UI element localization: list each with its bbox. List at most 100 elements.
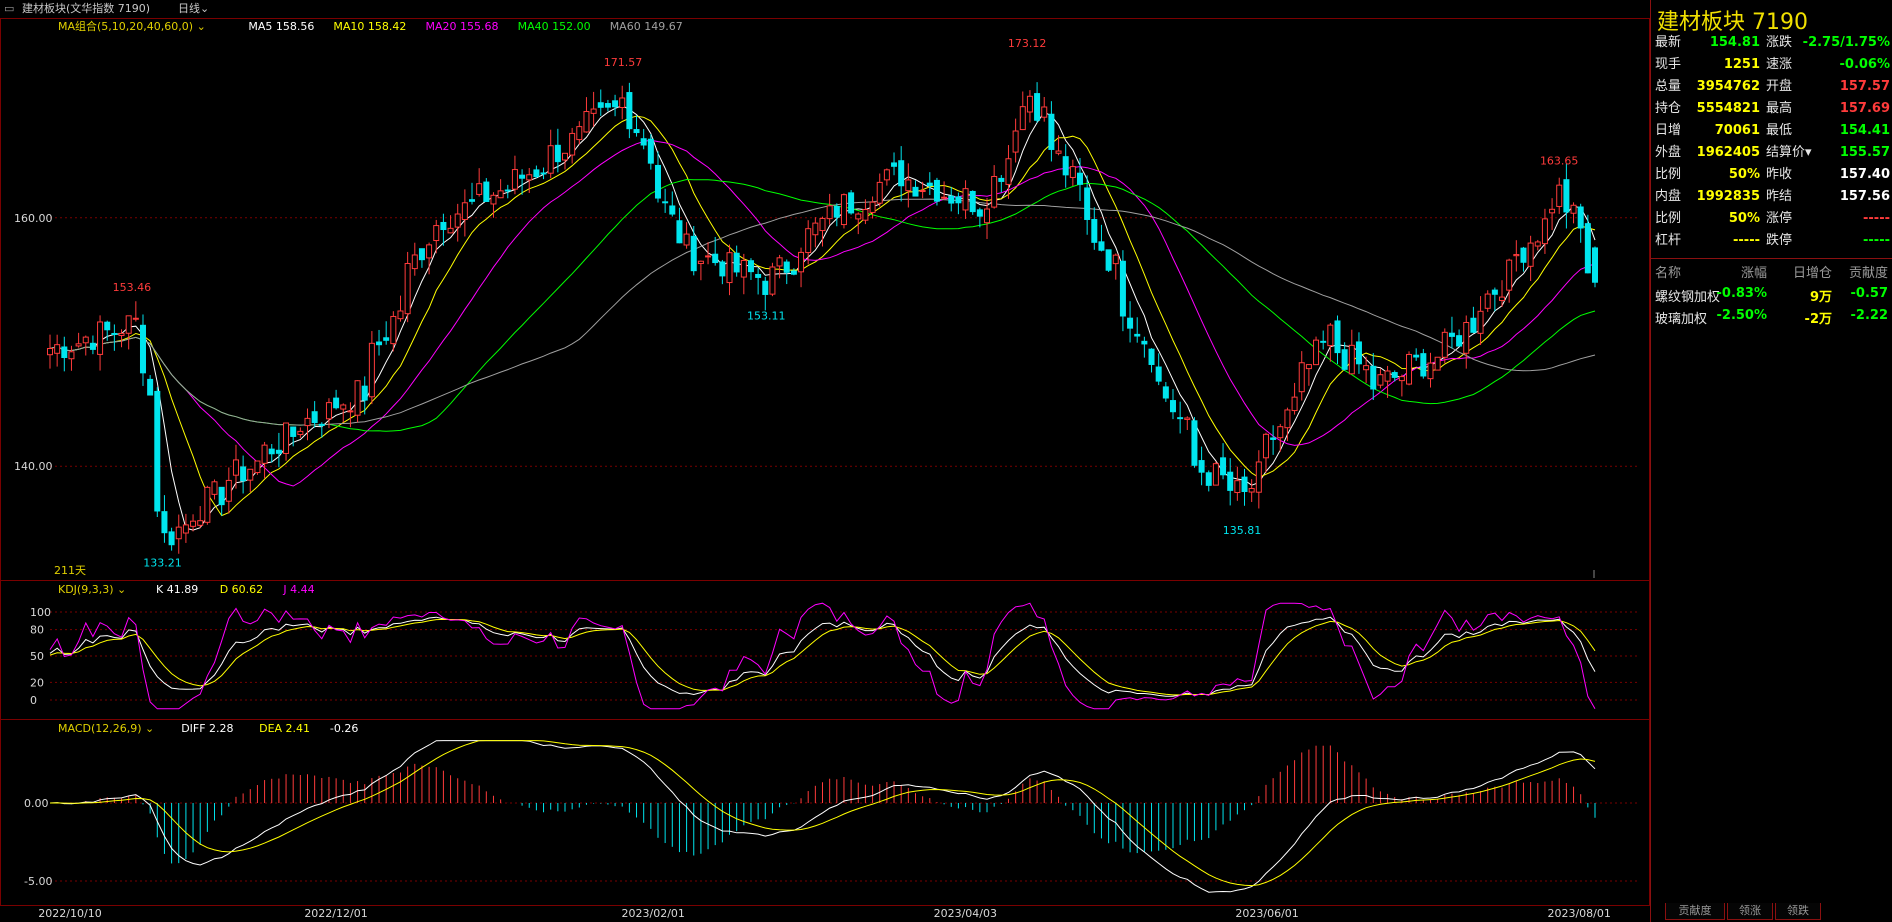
quote-label: 昨收: [1766, 167, 1793, 182]
candlestick: [297, 427, 304, 438]
kdj-panel: 100 80 50 20 0: [30, 602, 1640, 710]
candlestick: [669, 191, 676, 217]
macd-legend-item[interactable]: MACD(12,26,9) ⌄: [58, 722, 154, 735]
macd-y-tick: 0.00: [24, 797, 49, 810]
bottom-tab[interactable]: 领跌: [1775, 903, 1821, 920]
candlestick: [619, 85, 626, 120]
macd-diff-line: [49, 740, 1596, 893]
quote-label: 昨结: [1766, 189, 1793, 204]
candlestick: [161, 495, 168, 543]
candlestick: [1406, 351, 1413, 386]
candlestick: [261, 441, 268, 479]
candlestick: [1177, 401, 1184, 434]
candlestick: [1534, 239, 1541, 251]
quote-field[interactable]: 结算价▾ 155.57: [1766, 142, 1890, 164]
bottom-tab[interactable]: 贡献度: [1665, 903, 1725, 920]
kdj-legend-item: J 4.44: [282, 583, 314, 596]
candlestick: [1112, 253, 1119, 280]
candlestick: [218, 486, 225, 516]
ma-legend-item: MA40 152.00: [518, 20, 591, 33]
candlestick: [1019, 91, 1026, 131]
candlestick: [1334, 315, 1341, 365]
candlestick: [962, 180, 969, 219]
candlestick: [626, 82, 633, 139]
kdj-y-tick: 100: [30, 606, 51, 619]
quote-field: 内盘 1992835: [1655, 186, 1760, 208]
candlestick: [376, 329, 383, 356]
candlestick: [1262, 432, 1269, 473]
candlestick: [1520, 246, 1527, 272]
candlestick: [633, 115, 640, 137]
components-header-cell: 名称: [1655, 266, 1682, 281]
quote-value: 154.81: [1709, 35, 1760, 50]
candlestick: [1591, 246, 1599, 288]
quote-label: 杠杆: [1655, 233, 1682, 248]
candlestick: [898, 146, 905, 202]
quote-field: 最高 157.69: [1766, 98, 1890, 120]
candlestick: [175, 514, 182, 554]
candlesticks: [46, 82, 1599, 554]
candlestick: [311, 401, 318, 428]
candlestick: [1570, 202, 1577, 224]
candlestick: [147, 375, 154, 396]
component-oi: 9万: [1809, 290, 1832, 305]
candlestick: [1320, 330, 1327, 350]
kdj-y-tick: 0: [30, 694, 37, 707]
ma20-line: [49, 139, 1596, 487]
candlestick: [254, 460, 261, 475]
quote-field: 现手 1251: [1655, 54, 1760, 76]
quote-field: 开盘 157.57: [1766, 76, 1890, 98]
quote-field: 涨停 -----: [1766, 208, 1890, 230]
kdj-legend-item[interactable]: KDJ(9,3,3) ⌄: [58, 583, 126, 596]
components-row[interactable]: 螺纹钢加权 -0.83% 9万 -0.57: [1651, 286, 1892, 306]
candlestick: [1456, 329, 1463, 347]
bottom-tab[interactable]: 领涨: [1727, 903, 1773, 920]
quote-label: 现手: [1655, 57, 1682, 72]
quote-separator: [1651, 258, 1892, 259]
y-axis-ticks: 160.00 140.00: [14, 212, 53, 473]
candlestick: [1155, 353, 1162, 386]
quote-value: 1992835: [1696, 189, 1760, 204]
candlestick: [89, 335, 96, 355]
components-header-cell: 涨幅: [1740, 266, 1767, 281]
quote-value: 154.41: [1839, 123, 1890, 138]
ma-legend-item[interactable]: MA组合(5,10,20,40,60,0) ⌄: [58, 19, 206, 33]
candlestick: [82, 335, 89, 356]
quote-label: 最新: [1655, 35, 1682, 50]
quote-value: -2.75/1.75%: [1802, 35, 1890, 50]
candlestick: [826, 193, 833, 225]
candlestick: [883, 168, 890, 186]
quote-value: 155.57: [1839, 145, 1890, 160]
candlestick: [68, 345, 75, 371]
ma-legend-item: MA5 158.56: [248, 20, 314, 33]
quote-value: -----: [1733, 233, 1760, 248]
kline-chart[interactable]: 153.46 133.21 171.57 153.11 173.12 135.81 163.…: [0, 0, 1650, 922]
quote-field: 杠杆 -----: [1655, 230, 1760, 252]
candlestick: [1463, 315, 1470, 369]
candlestick: [240, 455, 247, 494]
candlestick: [1427, 352, 1434, 388]
candlestick: [612, 94, 619, 117]
candlestick: [533, 165, 540, 179]
candlestick: [1491, 287, 1498, 312]
candlestick: [1549, 198, 1556, 231]
candlestick: [61, 336, 68, 372]
main-y-tick: 140.00: [14, 460, 53, 473]
candlestick: [726, 244, 733, 296]
candlestick: [1413, 348, 1420, 361]
quote-value: 5554821: [1696, 101, 1760, 116]
components-row[interactable]: 玻璃加权 -2.50% -2万 -2.22: [1651, 308, 1892, 328]
quote-value: 1251: [1723, 57, 1760, 72]
quote-label: 内盘: [1655, 189, 1682, 204]
candlestick: [411, 242, 418, 276]
quote-label: 涨停: [1766, 211, 1793, 226]
price-extreme-label: 153.11: [747, 309, 786, 322]
candlestick: [933, 177, 940, 206]
ma-legend-item: MA60 149.67: [610, 20, 683, 33]
candlestick: [948, 186, 955, 212]
candlestick: [576, 121, 583, 145]
kdj-y-tick: 20: [30, 676, 44, 689]
candlestick: [1241, 468, 1248, 506]
quote-value: 3954762: [1696, 79, 1760, 94]
candlestick: [1034, 82, 1041, 123]
